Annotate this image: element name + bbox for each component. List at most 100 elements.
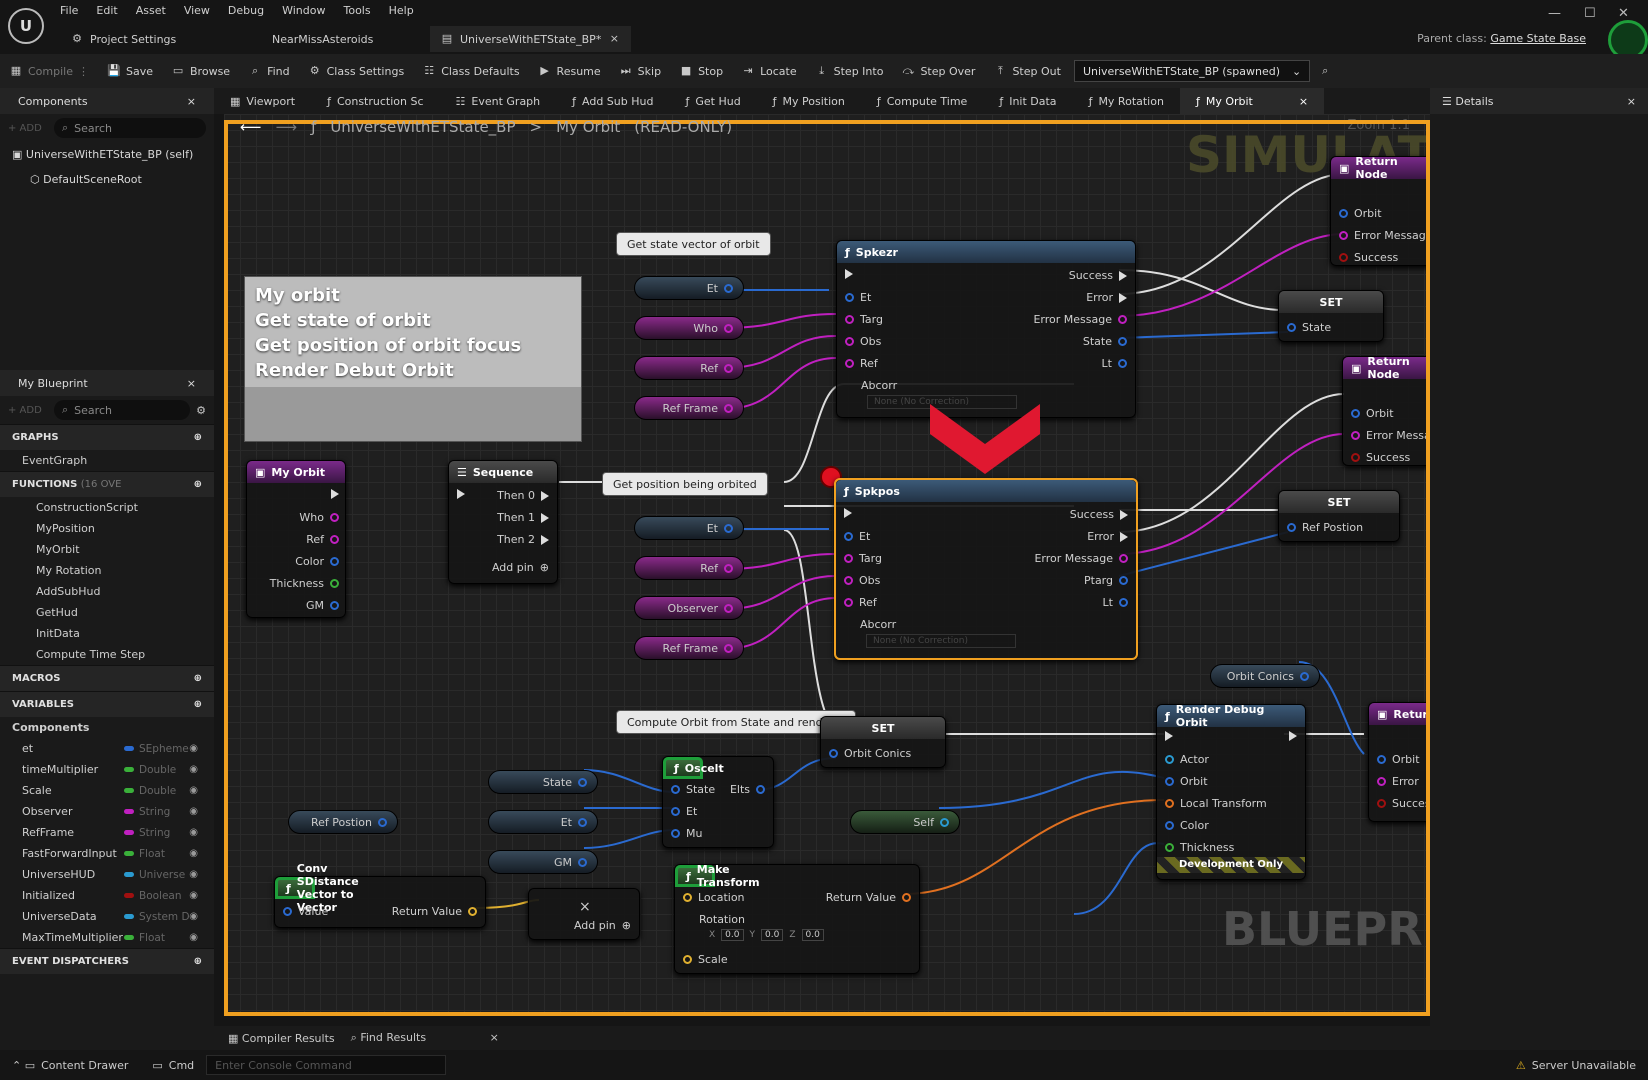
set-state-node[interactable]: SET State xyxy=(1278,290,1384,342)
output-pin[interactable]: Lt xyxy=(1103,596,1128,609)
my-orbit-entry-node[interactable]: ▣ My Orbit Who Ref Color Thickness GM xyxy=(246,460,346,618)
input-pin[interactable]: Success xyxy=(1339,251,1398,264)
exec-out-pin[interactable]: Success xyxy=(1070,508,1128,521)
tab-get-hud[interactable]: ƒ Get Hud xyxy=(669,88,756,114)
step-out-button[interactable]: ⤒ Step Out xyxy=(984,54,1070,88)
menu-tools[interactable]: Tools xyxy=(343,4,370,17)
variable-type[interactable]: SEpheme xyxy=(124,743,189,755)
add-icon[interactable]: ⊕ xyxy=(194,673,202,684)
add-icon[interactable]: ⊕ xyxy=(194,956,202,967)
tab-find-results[interactable]: ⌕ Find Results × xyxy=(351,1031,499,1045)
maximize-icon[interactable]: ☐ xyxy=(1584,6,1596,21)
settings-icon[interactable]: ⚙ xyxy=(196,404,206,417)
step-into-button[interactable]: ⤓ Step Into xyxy=(806,54,893,88)
variable-type[interactable]: System D xyxy=(124,911,190,923)
exec-in-pin[interactable] xyxy=(844,508,852,518)
eye-icon[interactable]: ◉ xyxy=(189,911,198,922)
exec-in-pin[interactable] xyxy=(845,269,853,279)
tab-event-graph[interactable]: ☷ Event Graph xyxy=(440,88,557,114)
add-member-button[interactable]: + ADD xyxy=(8,405,48,416)
input-pin[interactable]: Obs xyxy=(845,335,881,348)
eye-icon[interactable]: ◉ xyxy=(189,827,198,838)
var-node-et[interactable]: Et xyxy=(634,276,744,300)
comment-bubble[interactable]: Get state vector of orbit xyxy=(616,232,771,256)
variable-item[interactable]: timeMultiplier Double ◉ xyxy=(0,759,214,780)
console-input[interactable]: Enter Console Command xyxy=(206,1055,447,1075)
add-icon[interactable]: ⊕ xyxy=(194,479,202,490)
variable-item[interactable]: RefFrame String ◉ xyxy=(0,822,214,843)
tab-near-miss[interactable]: NearMissAsteroids xyxy=(262,26,383,52)
server-status[interactable]: ⚠ Server Unavailable xyxy=(1504,1059,1648,1072)
input-pin[interactable]: Actor xyxy=(1165,753,1209,766)
input-pin[interactable]: Abcorr xyxy=(861,379,897,392)
close-icon[interactable]: × xyxy=(187,377,196,390)
macros-section[interactable]: MACROS ⊕ xyxy=(0,665,214,691)
input-pin[interactable]: Abcorr xyxy=(860,618,896,631)
input-pin[interactable]: Et xyxy=(671,805,697,818)
return-node[interactable]: ▣ Return Orbit Error Success xyxy=(1368,702,1430,822)
menu-asset[interactable]: Asset xyxy=(136,4,166,17)
eye-icon[interactable]: ◉ xyxy=(189,848,198,859)
exec-out-pin[interactable]: Then 0 xyxy=(497,489,549,502)
input-pin[interactable]: Orbit xyxy=(1377,753,1420,766)
more-icon[interactable]: ⋮ xyxy=(78,65,89,78)
variables-category[interactable]: Components xyxy=(0,717,214,738)
var-node-orbit-conics[interactable]: Orbit Conics xyxy=(1210,664,1320,688)
breadcrumb-function[interactable]: My Orbit xyxy=(556,118,620,136)
input-pin[interactable]: Et xyxy=(845,291,871,304)
function-item[interactable]: My Rotation xyxy=(0,560,214,581)
compile-button[interactable]: ▦ Compile ⋮ xyxy=(0,54,98,88)
render-debug-orbit-node[interactable]: ƒ Render Debug Orbit Actor Orbit Local Tr… xyxy=(1156,703,1306,880)
set-ref-postion-node[interactable]: SET Ref Postion xyxy=(1278,490,1400,542)
exec-in-pin[interactable] xyxy=(1165,731,1173,741)
variable-type[interactable]: String xyxy=(124,827,170,839)
variable-item[interactable]: Scale Double ◉ xyxy=(0,780,214,801)
resume-button[interactable]: ▶ Resume xyxy=(529,54,610,88)
input-pin[interactable]: Ref xyxy=(845,357,878,370)
variable-item[interactable]: UniverseHUD Universe ◉ xyxy=(0,864,214,885)
menu-file[interactable]: File xyxy=(60,4,78,17)
input-pin[interactable]: Scale xyxy=(683,953,728,966)
var-node-gm[interactable]: GM xyxy=(488,850,598,874)
save-button[interactable]: 💾 Save xyxy=(98,54,162,88)
exec-out-pin[interactable]: Success xyxy=(1069,269,1127,282)
oscelt-node[interactable]: ƒ Oscelt State Et Mu Elts xyxy=(662,756,774,848)
input-pin[interactable]: Success xyxy=(1351,451,1410,464)
output-pin[interactable]: Ref xyxy=(306,533,339,546)
variable-item[interactable]: et SEpheme ◉ xyxy=(0,738,214,759)
tab-my-position[interactable]: ƒ My Position xyxy=(757,88,861,114)
comment-bubble[interactable]: Get position being orbited xyxy=(602,472,768,496)
component-root[interactable]: ⬡ DefaultSceneRoot xyxy=(0,167,214,192)
var-node-ref-frame[interactable]: Ref Frame xyxy=(634,636,744,660)
input-pin[interactable]: Orbit xyxy=(1339,207,1382,220)
output-pin[interactable]: GM xyxy=(306,599,339,612)
input-pin[interactable]: Thickness xyxy=(1165,841,1234,854)
var-node-ref[interactable]: Ref xyxy=(634,356,744,380)
input-pin[interactable]: Orbit xyxy=(1351,407,1394,420)
input-pin[interactable]: Error Message xyxy=(1339,229,1430,242)
exec-out-pin[interactable] xyxy=(331,489,339,499)
graph-item-eventgraph[interactable]: EventGraph xyxy=(0,450,214,471)
menu-debug[interactable]: Debug xyxy=(228,4,264,17)
add-pin-button[interactable]: Add pin ⊕ xyxy=(492,561,549,574)
menu-edit[interactable]: Edit xyxy=(96,4,117,17)
rotation-fields[interactable]: X 0.0 Y 0.0 Z 0.0 xyxy=(709,929,824,941)
variable-type[interactable]: Double xyxy=(124,764,176,776)
tab-construction[interactable]: ƒ Construction Sc xyxy=(311,88,439,114)
tab-compiler-results[interactable]: ▦ Compiler Results xyxy=(228,1032,335,1045)
input-pin[interactable]: Targ xyxy=(844,552,882,565)
tab-my-rotation[interactable]: ƒ My Rotation xyxy=(1073,88,1180,114)
variable-type[interactable]: Boolean xyxy=(124,890,182,902)
output-pin[interactable]: Color xyxy=(295,555,339,568)
tab-universe-bp[interactable]: ▤ UniverseWithETState_BP* × xyxy=(430,26,632,52)
class-defaults-button[interactable]: ☷ Class Defaults xyxy=(413,54,528,88)
input-pin[interactable]: Success xyxy=(1377,797,1430,810)
output-pin[interactable]: Return Value xyxy=(826,891,911,904)
exec-out-pin[interactable] xyxy=(1289,731,1297,741)
tab-viewport[interactable]: ▦ Viewport xyxy=(214,88,311,114)
output-pin[interactable]: State xyxy=(1083,335,1127,348)
event-dispatchers-section[interactable]: EVENT DISPATCHERS ⊕ xyxy=(0,948,214,974)
content-drawer-button[interactable]: ⌃ ▭ Content Drawer xyxy=(0,1059,140,1072)
tab-init-data[interactable]: ƒ Init Data xyxy=(983,88,1072,114)
close-icon[interactable]: × xyxy=(490,1031,499,1044)
